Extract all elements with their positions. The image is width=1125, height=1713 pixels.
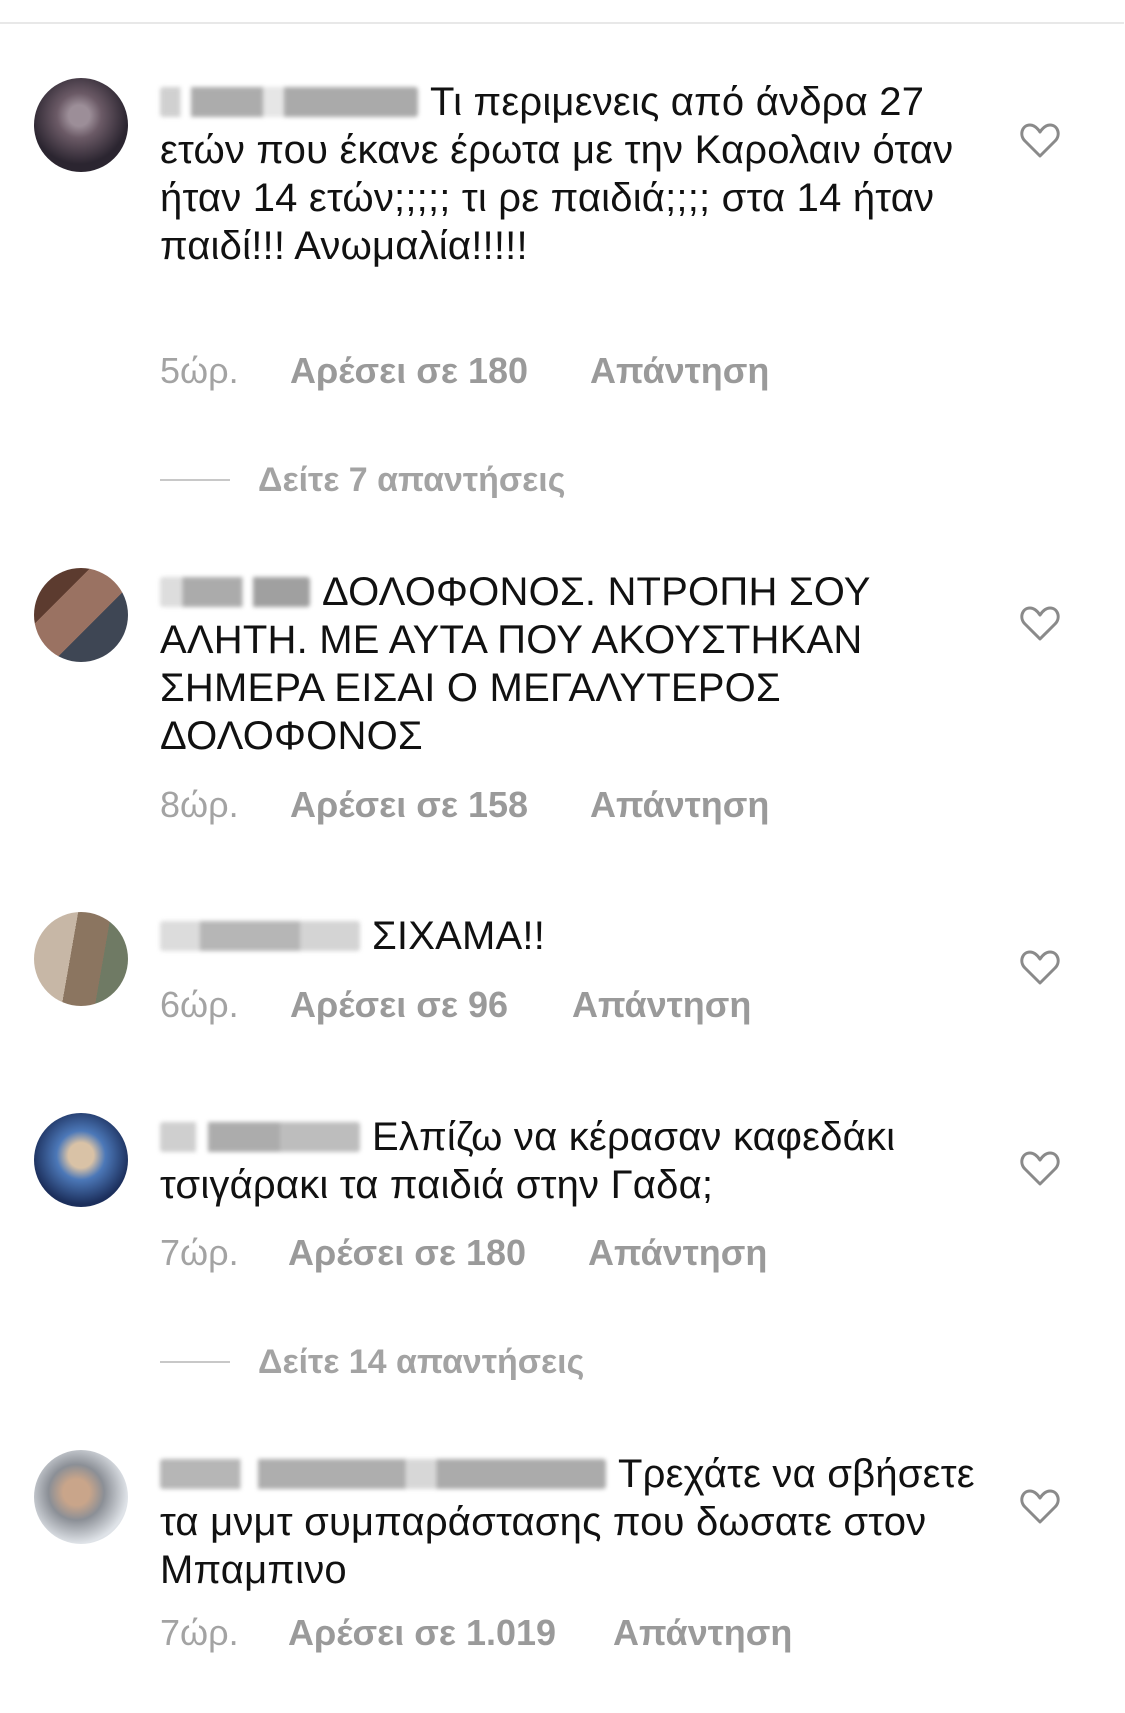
reply-button[interactable]: Απάντηση xyxy=(590,350,769,392)
comment-time: 7ώρ. xyxy=(160,1232,239,1273)
top-divider xyxy=(0,22,1125,24)
comment-time: 7ώρ. xyxy=(160,1612,239,1653)
blurred-username[interactable] xyxy=(160,87,418,117)
comment-body: Τι περιμενεις από άνδρα 27 ετών που έκαν… xyxy=(160,78,980,270)
blurred-username[interactable] xyxy=(160,921,360,951)
view-replies-button[interactable]: Δείτε 7 απαντήσεις xyxy=(160,460,565,500)
blurred-username[interactable] xyxy=(160,1122,360,1152)
comment-meta: 5ώρ. Αρέσει σε 180 Απάντηση xyxy=(160,350,769,392)
like-heart-icon[interactable] xyxy=(1020,1150,1060,1186)
comment-meta: 7ώρ. Αρέσει σε 1.019 Απάντηση xyxy=(160,1612,792,1654)
avatar-image xyxy=(34,568,128,662)
comment-meta: 8ώρ. Αρέσει σε 158 Απάντηση xyxy=(160,784,769,826)
like-heart-icon[interactable] xyxy=(1020,605,1060,641)
like-heart-icon[interactable] xyxy=(1020,122,1060,158)
likes-count-button[interactable]: Αρέσει σε 180 xyxy=(290,350,590,392)
likes-count-button[interactable]: Αρέσει σε 180 xyxy=(288,1232,588,1274)
avatar-image xyxy=(34,1450,128,1544)
user-avatar[interactable] xyxy=(34,568,128,662)
replies-dash xyxy=(160,1361,230,1363)
user-avatar[interactable] xyxy=(34,1113,128,1207)
blurred-username[interactable] xyxy=(160,577,310,607)
avatar-image xyxy=(34,78,128,172)
user-avatar[interactable] xyxy=(34,912,128,1006)
comment-time: 6ώρ. xyxy=(160,984,239,1025)
reply-button[interactable]: Απάντηση xyxy=(590,784,769,826)
avatar-image xyxy=(34,912,128,1006)
blurred-username[interactable] xyxy=(160,1459,606,1489)
comment-time: 8ώρ. xyxy=(160,784,239,825)
comment-body: Ελπίζω να κέρασαν καφεδάκι τσιγάρακι τα … xyxy=(160,1113,980,1209)
view-replies-label: Δείτε 14 απαντήσεις xyxy=(258,1342,585,1381)
reply-button[interactable]: Απάντηση xyxy=(588,1232,767,1274)
comment-time: 5ώρ. xyxy=(160,350,239,391)
reply-button[interactable]: Απάντηση xyxy=(613,1612,792,1654)
comment-body: ΣΙΧΑΜΑ!! xyxy=(160,912,980,960)
comment-meta: 6ώρ. Αρέσει σε 96 Απάντηση xyxy=(160,984,751,1026)
likes-count-button[interactable]: Αρέσει σε 96 xyxy=(290,984,572,1026)
avatar-image xyxy=(34,1113,128,1207)
reply-button[interactable]: Απάντηση xyxy=(572,984,751,1026)
comment-meta: 7ώρ. Αρέσει σε 180 Απάντηση xyxy=(160,1232,767,1274)
like-heart-icon[interactable] xyxy=(1020,1488,1060,1524)
view-replies-label: Δείτε 7 απαντήσεις xyxy=(258,460,566,499)
comment-text: ΣΙΧΑΜΑ!! xyxy=(372,914,546,958)
user-avatar[interactable] xyxy=(34,1450,128,1544)
like-heart-icon[interactable] xyxy=(1020,949,1060,985)
comment-body: Τρεχάτε να σβήσετε τα μνμτ συμπαράστασης… xyxy=(160,1450,980,1594)
user-avatar[interactable] xyxy=(34,78,128,172)
likes-count-button[interactable]: Αρέσει σε 1.019 xyxy=(288,1612,613,1654)
comment-body: ΔΟΛΟΦΟΝΟΣ. ΝΤΡΟΠΗ ΣΟΥ ΑΛΗΤΗ. ΜΕ ΑΥΤΑ ΠΟΥ… xyxy=(160,568,980,760)
view-replies-button[interactable]: Δείτε 14 απαντήσεις xyxy=(160,1342,584,1382)
likes-count-button[interactable]: Αρέσει σε 158 xyxy=(290,784,590,826)
replies-dash xyxy=(160,479,230,481)
